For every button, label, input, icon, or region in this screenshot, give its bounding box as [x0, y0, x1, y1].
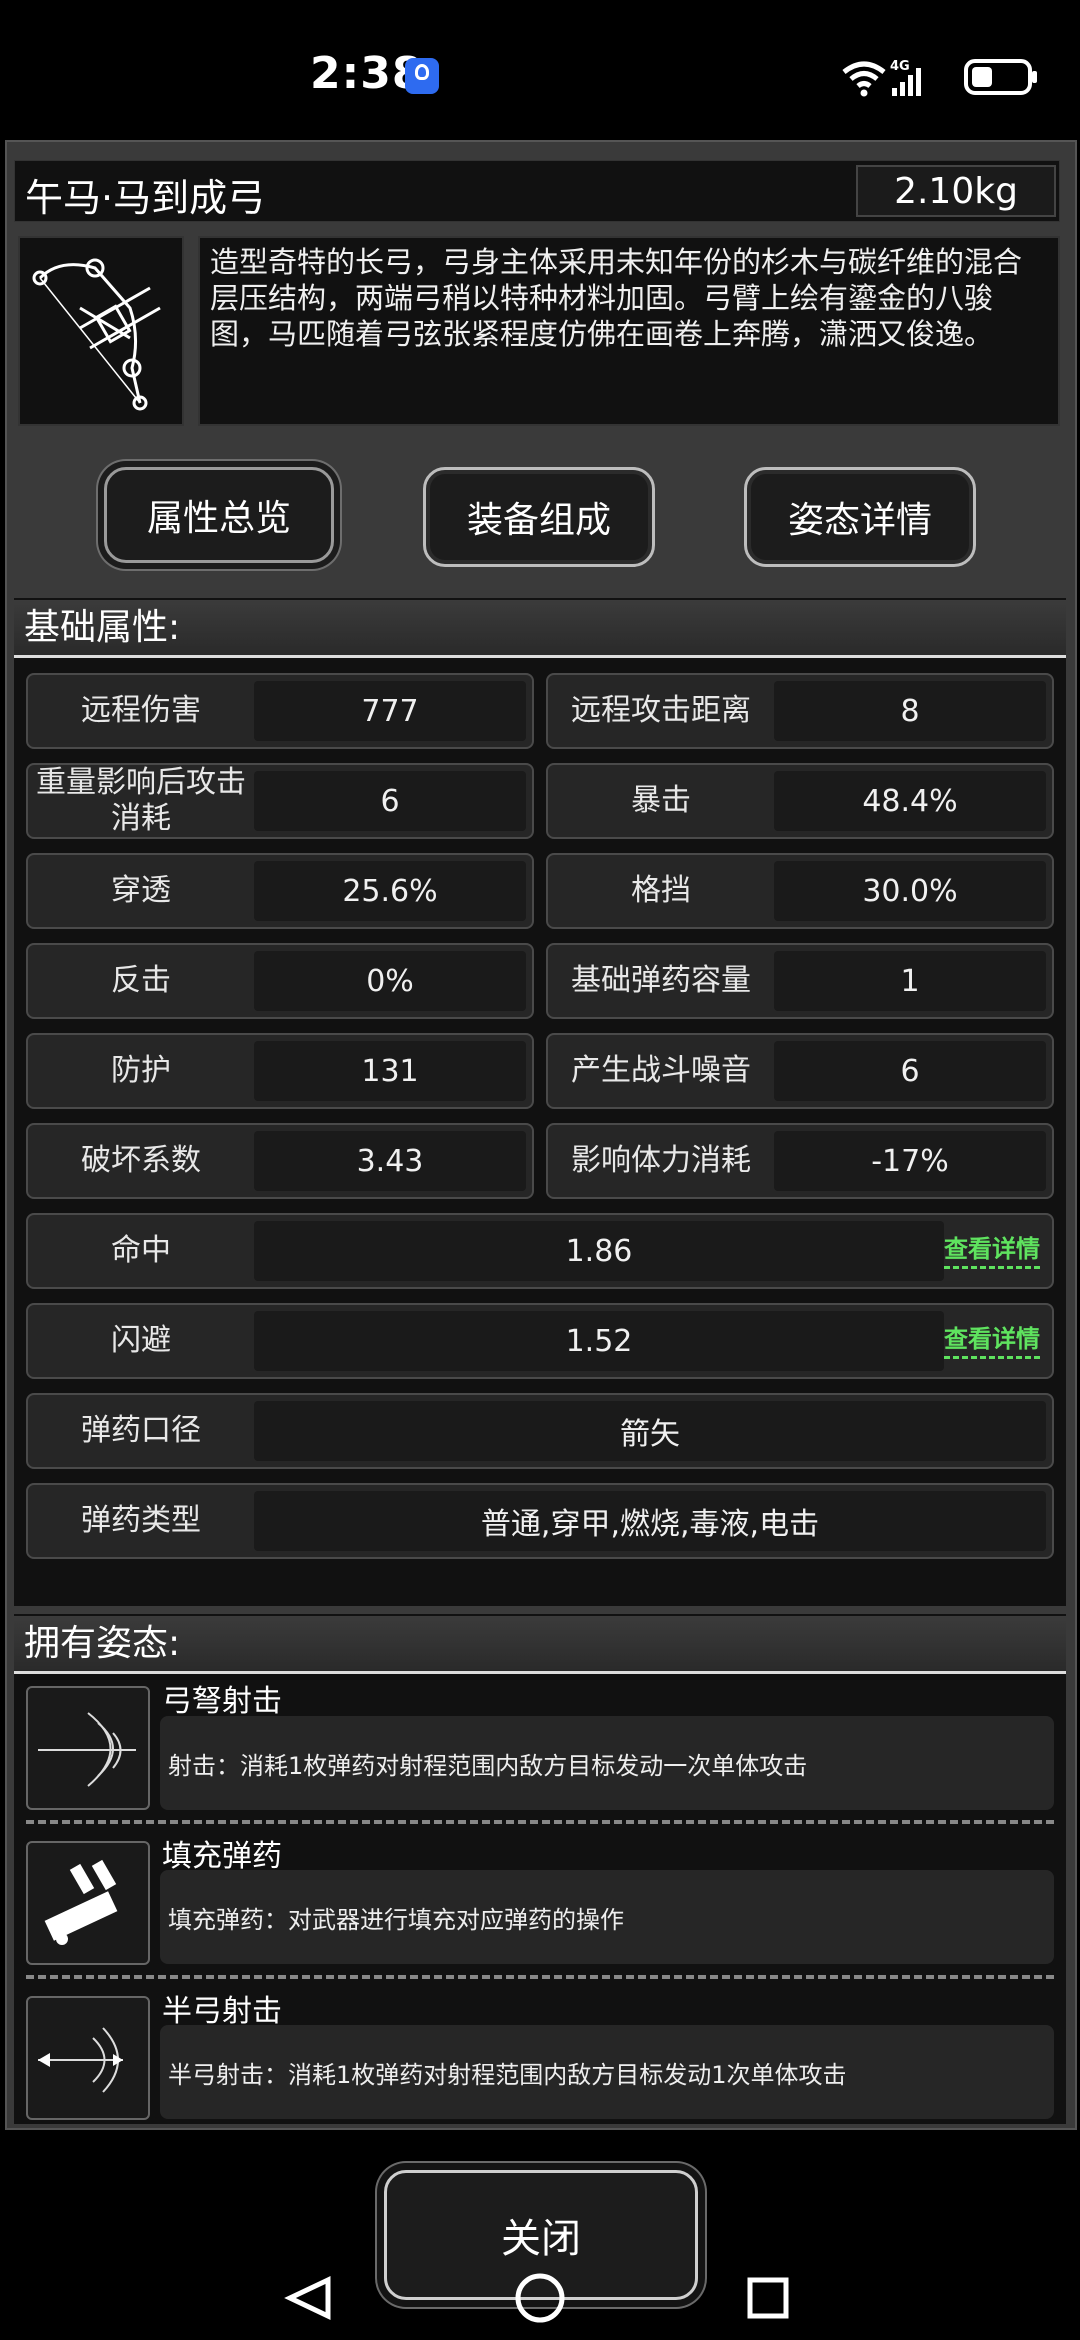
attr-base-ammo-capacity: 基础弹药容量 1 [546, 943, 1054, 1019]
weapon-image [18, 236, 184, 426]
attr-ranged-damage: 远程伤害 777 [26, 673, 534, 749]
stance-divider [26, 1820, 1054, 1824]
bow-icon [32, 258, 161, 411]
attr-ammo-caliber: 弹药口径 箭矢 [26, 1393, 1054, 1469]
attr-stamina-cost: 影响体力消耗 -17% [546, 1123, 1054, 1199]
attr-hit: 命中 1.86 查看详情 [26, 1213, 1054, 1289]
stance-name: 半弓射击 [162, 1994, 282, 2029]
stance-divider [26, 1975, 1054, 1979]
hit-detail-link[interactable]: 查看详情 [944, 1229, 1040, 1269]
reload-ammo-icon[interactable] [26, 1841, 150, 1965]
stances-title: 拥有姿态: [14, 1616, 1066, 1674]
attr-ammo-types: 弹药类型 普通,穿甲,燃烧,毒液,电击 [26, 1483, 1054, 1559]
tab-stance-details[interactable]: 姿态详情 [744, 467, 976, 567]
attr-ranged-attack-distance: 远程攻击距离 8 [546, 673, 1054, 749]
attr-weight-attack-cost: 重量影响后攻击消耗 6 [26, 763, 534, 839]
svg-text:4G: 4G [890, 59, 910, 74]
half-bow-shot-icon[interactable] [26, 1996, 150, 2120]
item-description: 造型奇特的长弓，弓身主体采用未知年份的杉木与碳纤维的混合层压结构，两端弓稍以特种… [198, 236, 1060, 426]
stance-description: 半弓射击：消耗1枚弹药对射程范围内敌方目标发动1次单体攻击 [160, 2025, 1054, 2119]
recents-nav-icon[interactable] [747, 2277, 789, 2319]
status-icons: 4G [842, 59, 1037, 97]
attr-penetration: 穿透 25.6% [26, 853, 534, 929]
dodge-detail-link[interactable]: 查看详情 [944, 1319, 1040, 1359]
attr-dodge: 闪避 1.52 查看详情 [26, 1303, 1054, 1379]
tab-attribute-overview[interactable]: 属性总览 [104, 467, 334, 563]
attr-destruction-factor: 破坏系数 3.43 [26, 1123, 534, 1199]
wifi-icon [842, 61, 886, 89]
item-name: 午马·马到成弓 [25, 176, 266, 220]
notification-bulb-icon [405, 58, 439, 94]
attr-combat-noise: 产生战斗噪音 6 [546, 1033, 1054, 1109]
attr-protection: 防护 131 [26, 1033, 534, 1109]
attr-counter: 反击 0% [26, 943, 534, 1019]
item-weight: 2.10kg [856, 165, 1056, 217]
tab-equipment-composition[interactable]: 装备组成 [423, 467, 655, 567]
nav-bar [284, 2273, 789, 2323]
cellular-signal-icon: 4G [890, 59, 921, 96]
basic-attributes-title: 基础属性: [14, 600, 1066, 658]
back-nav-icon[interactable] [284, 2276, 331, 2320]
bow-shot-icon[interactable] [26, 1686, 150, 1810]
stance-name: 填充弹药 [162, 1839, 282, 1874]
attr-block: 格挡 30.0% [546, 853, 1054, 929]
home-nav-icon[interactable] [515, 2273, 565, 2323]
stance-description: 射击：消耗1枚弹药对射程范围内敌方目标发动一次单体攻击 [160, 1716, 1054, 1810]
stance-description: 填充弹药：对武器进行填充对应弹药的操作 [160, 1870, 1054, 1964]
battery-icon [964, 59, 1037, 95]
attr-critical: 暴击 48.4% [546, 763, 1054, 839]
stance-name: 弓弩射击 [162, 1684, 282, 1719]
item-header: 午马·马到成弓 2.10kg [14, 160, 1060, 222]
